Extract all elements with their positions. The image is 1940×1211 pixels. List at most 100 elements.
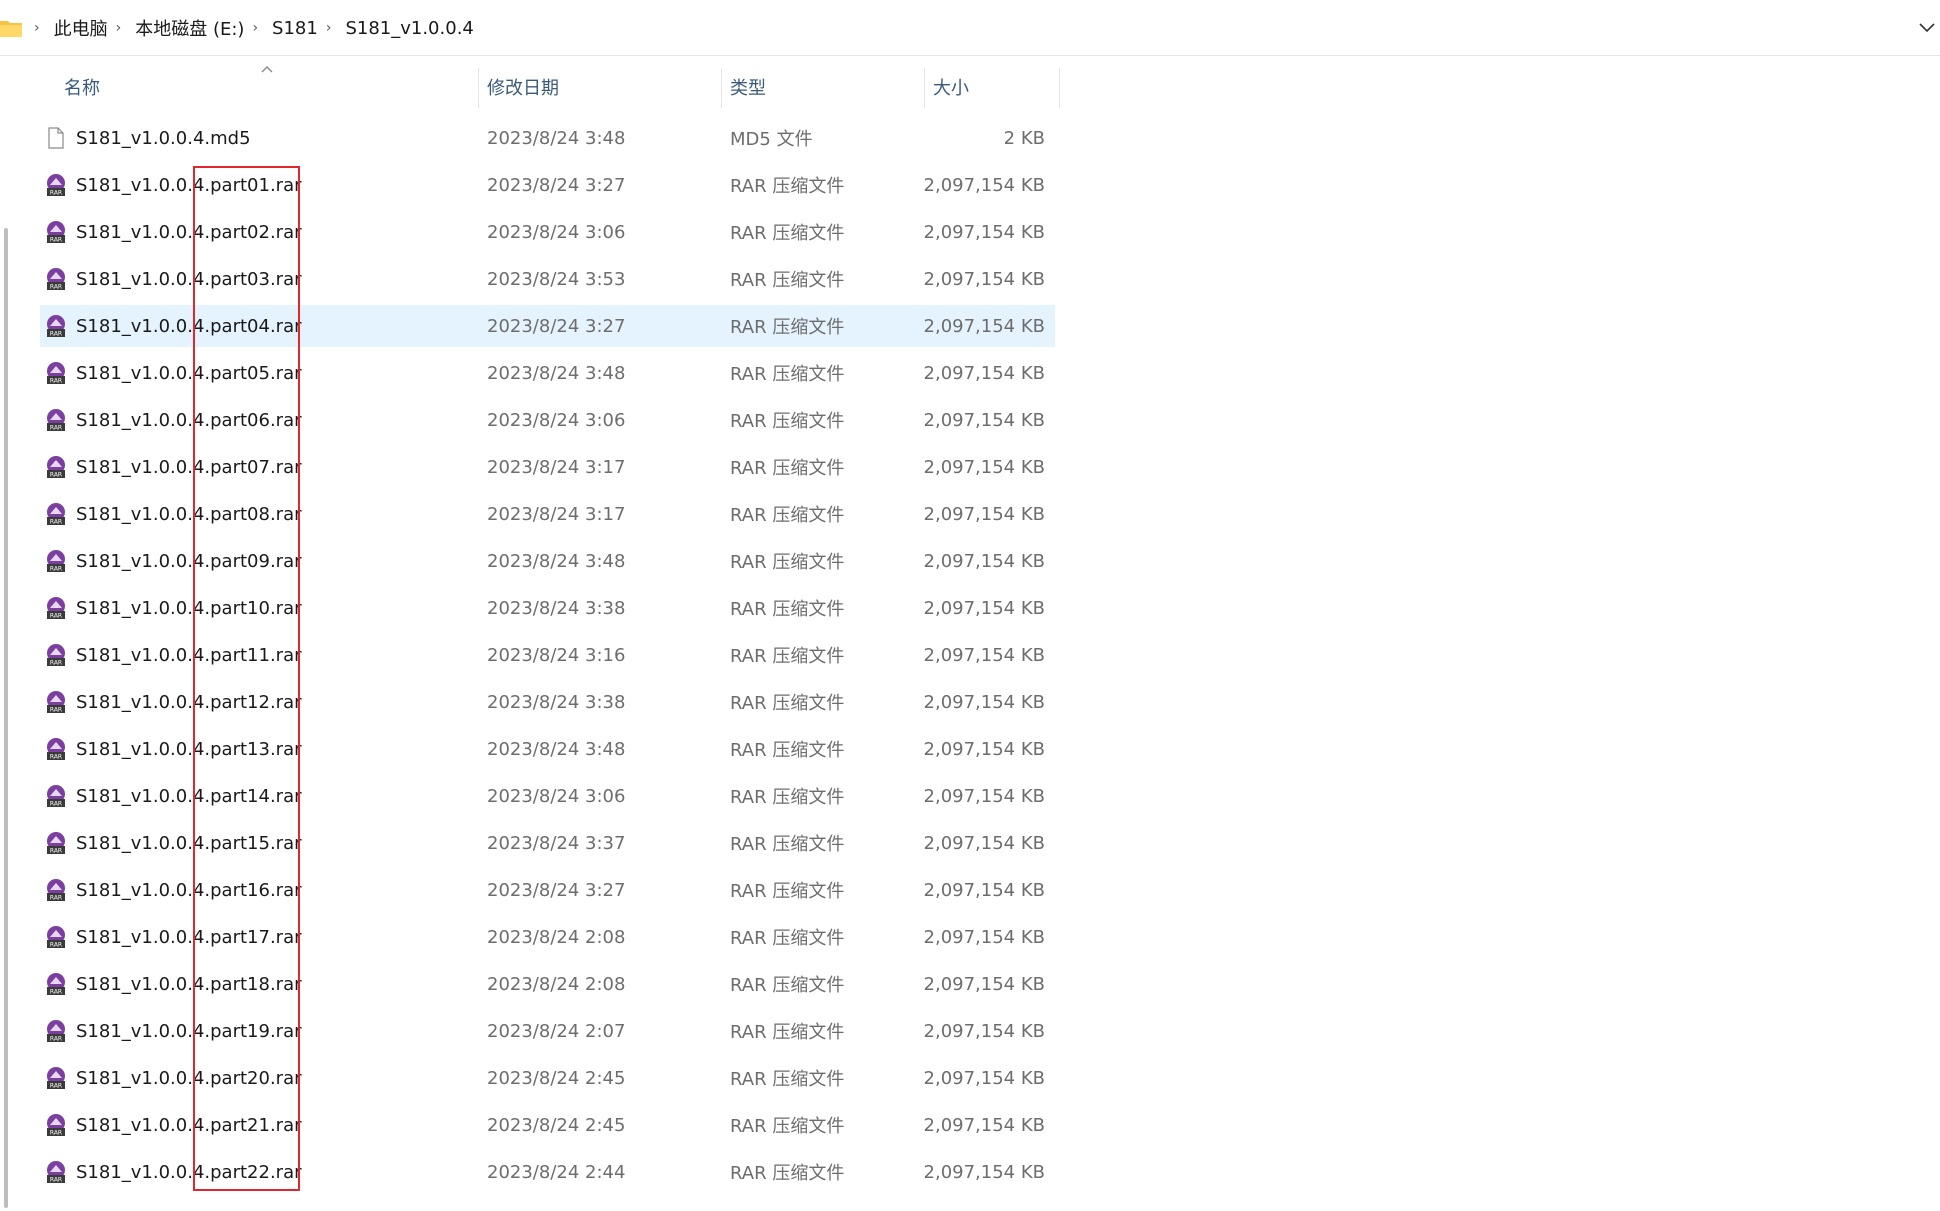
file-size: 2,097,154 KB — [923, 973, 1045, 995]
column-header-size[interactable]: 大小 — [933, 64, 969, 110]
file-row[interactable]: RAR S181_v1.0.0.4.part13.rar 2023/8/24 3:4… — [40, 728, 1055, 770]
svg-text:RAR: RAR — [50, 1036, 62, 1043]
rar-icon: RAR — [47, 597, 65, 620]
file-name: S181_v1.0.0.4.part03.rar — [76, 268, 302, 290]
column-header-name[interactable]: 名称 — [64, 64, 100, 110]
vertical-scrollbar[interactable] — [0, 58, 12, 1211]
file-row[interactable]: RAR S181_v1.0.0.4.part15.rar 2023/8/24 3:3… — [40, 822, 1055, 864]
file-row[interactable]: S181_v1.0.0.4.md5 2023/8/24 3:48 MD5 文件 2 K… — [40, 117, 1055, 159]
address-bar[interactable]: › 此电脑 › 本地磁盘 (E:) › S181 › S181_v1.0.0.4 — [0, 0, 1940, 56]
column-divider[interactable] — [721, 68, 722, 108]
svg-text:RAR: RAR — [50, 425, 62, 432]
file-row[interactable]: RAR S181_v1.0.0.4.part01.rar 2023/8/24 3:2… — [40, 164, 1055, 206]
file-row[interactable]: RAR S181_v1.0.0.4.part20.rar 2023/8/24 2:4… — [40, 1057, 1055, 1099]
file-row[interactable]: RAR S181_v1.0.0.4.part19.rar 2023/8/24 2:0… — [40, 1010, 1055, 1052]
file-type: RAR 压缩文件 — [730, 834, 845, 855]
column-divider[interactable] — [478, 68, 479, 108]
file-type: MD5 文件 — [730, 129, 813, 150]
rar-icon: RAR — [47, 221, 65, 244]
breadcrumb-item[interactable]: 此电脑 — [54, 15, 108, 41]
file-row[interactable]: RAR S181_v1.0.0.4.part03.rar 2023/8/24 3:5… — [40, 258, 1055, 300]
file-size: 2,097,154 KB — [923, 503, 1045, 525]
file-name: S181_v1.0.0.4.part07.rar — [76, 456, 302, 478]
file-type: RAR 压缩文件 — [730, 599, 845, 620]
file-modified-date: 2023/8/24 3:16 — [487, 644, 626, 666]
chevron-down-icon[interactable] — [1914, 16, 1940, 38]
svg-text:RAR: RAR — [50, 284, 62, 291]
file-name: S181_v1.0.0.4.part16.rar — [76, 879, 302, 901]
file-type: RAR 压缩文件 — [730, 975, 845, 996]
file-type: RAR 压缩文件 — [730, 505, 845, 526]
file-row[interactable]: RAR S181_v1.0.0.4.part17.rar 2023/8/24 2:0… — [40, 916, 1055, 958]
file-row[interactable]: RAR S181_v1.0.0.4.part14.rar 2023/8/24 3:0… — [40, 775, 1055, 817]
file-size: 2,097,154 KB — [923, 1020, 1045, 1042]
file-row[interactable]: RAR S181_v1.0.0.4.part04.rar 2023/8/24 3:2… — [40, 305, 1055, 347]
file-row[interactable]: RAR S181_v1.0.0.4.part21.rar 2023/8/24 2:4… — [40, 1104, 1055, 1146]
rar-icon: RAR — [47, 644, 65, 667]
file-row[interactable]: RAR S181_v1.0.0.4.part11.rar 2023/8/24 3:1… — [40, 634, 1055, 676]
breadcrumb-item[interactable]: S181_v1.0.0.4 — [345, 18, 473, 39]
svg-text:RAR: RAR — [50, 707, 62, 714]
file-modified-date: 2023/8/24 3:06 — [487, 409, 626, 431]
svg-text:RAR: RAR — [50, 801, 62, 808]
file-row[interactable]: RAR S181_v1.0.0.4.part02.rar 2023/8/24 3:0… — [40, 211, 1055, 253]
folder-icon — [0, 21, 22, 37]
rar-icon: RAR — [47, 926, 65, 949]
file-row[interactable]: RAR S181_v1.0.0.4.part06.rar 2023/8/24 3:0… — [40, 399, 1055, 441]
svg-text:RAR: RAR — [50, 237, 62, 244]
chevron-right-icon[interactable]: › — [326, 20, 332, 36]
chevron-right-icon[interactable]: › — [252, 20, 258, 36]
file-row[interactable]: RAR S181_v1.0.0.4.part16.rar 2023/8/24 3:2… — [40, 869, 1055, 911]
file-size: 2,097,154 KB — [923, 268, 1045, 290]
file-size: 2,097,154 KB — [923, 785, 1045, 807]
svg-text:RAR: RAR — [50, 613, 62, 620]
file-size: 2,097,154 KB — [923, 409, 1045, 431]
breadcrumb-item[interactable]: S181 — [272, 18, 318, 39]
file-name: S181_v1.0.0.4.part02.rar — [76, 221, 302, 243]
rar-icon: RAR — [47, 738, 65, 761]
file-name: S181_v1.0.0.4.part01.rar — [76, 174, 302, 196]
file-size: 2,097,154 KB — [923, 1067, 1045, 1089]
file-type: RAR 压缩文件 — [730, 411, 845, 432]
file-type: RAR 压缩文件 — [730, 928, 845, 949]
svg-text:RAR: RAR — [50, 1083, 62, 1090]
file-size: 2,097,154 KB — [923, 832, 1045, 854]
file-row[interactable]: RAR S181_v1.0.0.4.part10.rar 2023/8/24 3:3… — [40, 587, 1055, 629]
file-modified-date: 2023/8/24 2:08 — [487, 926, 626, 948]
rar-icon: RAR — [47, 174, 65, 197]
svg-text:RAR: RAR — [50, 331, 62, 338]
file-modified-date: 2023/8/24 3:48 — [487, 550, 626, 572]
breadcrumb-item[interactable]: 本地磁盘 (E:) — [135, 15, 244, 41]
file-row[interactable]: RAR S181_v1.0.0.4.part18.rar 2023/8/24 2:0… — [40, 963, 1055, 1005]
file-name: S181_v1.0.0.4.part12.rar — [76, 691, 302, 713]
column-header-date[interactable]: 修改日期 — [487, 64, 559, 110]
column-divider[interactable] — [1059, 68, 1060, 108]
file-row[interactable]: RAR S181_v1.0.0.4.part07.rar 2023/8/24 3:1… — [40, 446, 1055, 488]
file-modified-date: 2023/8/24 3:27 — [487, 174, 626, 196]
file-size: 2 KB — [1003, 127, 1045, 149]
file-row[interactable]: RAR S181_v1.0.0.4.part22.rar 2023/8/24 2:4… — [40, 1151, 1055, 1193]
column-header-type[interactable]: 类型 — [730, 64, 766, 110]
rar-icon: RAR — [47, 362, 65, 385]
file-size: 2,097,154 KB — [923, 221, 1045, 243]
file-modified-date: 2023/8/24 3:48 — [487, 127, 626, 149]
file-size: 2,097,154 KB — [923, 644, 1045, 666]
file-size: 2,097,154 KB — [923, 174, 1045, 196]
file-row[interactable]: RAR S181_v1.0.0.4.part08.rar 2023/8/24 3:1… — [40, 493, 1055, 535]
file-name: S181_v1.0.0.4.part19.rar — [76, 1020, 302, 1042]
chevron-right-icon[interactable]: › — [116, 20, 122, 36]
file-type: RAR 压缩文件 — [730, 364, 845, 385]
chevron-right-icon[interactable]: › — [34, 20, 40, 36]
file-row[interactable]: RAR S181_v1.0.0.4.part12.rar 2023/8/24 3:3… — [40, 681, 1055, 723]
column-divider[interactable] — [924, 68, 925, 108]
scrollbar-thumb[interactable] — [4, 228, 8, 1208]
file-modified-date: 2023/8/24 3:38 — [487, 691, 626, 713]
file-row[interactable]: RAR S181_v1.0.0.4.part09.rar 2023/8/24 3:4… — [40, 540, 1055, 582]
rar-icon: RAR — [47, 268, 65, 291]
file-name: S181_v1.0.0.4.part11.rar — [76, 644, 302, 666]
svg-text:RAR: RAR — [50, 378, 62, 385]
file-row[interactable]: RAR S181_v1.0.0.4.part05.rar 2023/8/24 3:4… — [40, 352, 1055, 394]
file-size: 2,097,154 KB — [923, 597, 1045, 619]
file-type: RAR 压缩文件 — [730, 1069, 845, 1090]
rar-icon: RAR — [47, 973, 65, 996]
